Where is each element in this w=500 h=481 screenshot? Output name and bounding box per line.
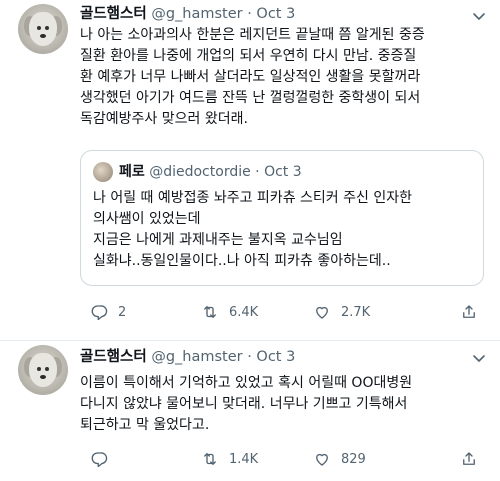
tweet-date[interactable]: Oct 3 [256,349,295,365]
tweet[interactable]: 골드햄스터 @g_hamster · Oct 3 이름이 특이해서 기억하고 있… [0,342,500,481]
separator: · [247,349,252,365]
heart-icon [316,306,328,319]
quote-avatar [93,162,113,182]
tweet-text-line: 독감예방주사 맞으러 왔더래. [80,111,248,127]
like-button[interactable]: 829 [313,448,366,470]
tweet-header: 골드햄스터 @g_hamster · Oct 3 [80,347,295,367]
share-button[interactable] [460,301,478,323]
tweet-text-line: 질환 환아를 나중에 개업의 되서 우연히 다시 만남. 중증질 [80,48,417,64]
tweet-text-line: 나 아는 소아과의사 한분은 레지던트 끝날때 쯤 알게된 중증 [80,27,425,43]
retweet-button[interactable]: 6.4K [201,301,258,323]
share-icon [463,452,475,465]
tweet-text-line: 환 예후가 너무 나빠서 살더라도 일상적인 생활을 못할꺼라 [80,69,421,85]
reply-icon [91,305,108,321]
tweet-text-line: 생각했던 아기가 여드름 잔뜩 난 껄렁껄렁한 중학생이 되서 [80,90,421,106]
quote-text-line: 실화냐..동일인물이다..나 아직 피카츄 좋아하는데.. [93,253,391,269]
quote-header: 페로 @diedoctordie · Oct 3 [119,162,302,182]
separator: · [255,164,260,180]
chevron-down-icon[interactable] [472,9,486,23]
tweet-text: 나 아는 소아과의사 한분은 레지던트 끝날때 쯤 알게된 중증 질환 환아를 … [80,25,492,130]
reply-count: 2 [118,304,127,320]
retweet-icon [204,306,216,318]
retweet-icon [204,453,216,465]
reply-icon [91,452,108,468]
retweet-count: 1.4K [229,451,259,467]
quote-text-line: 지금은 나에게 과제내주는 불지옥 교수님임 [93,232,343,248]
tweet-actions: 1.4K 829 [80,448,492,470]
share-icon [463,305,475,318]
tweet-actions: 2 6.4K 2.7K [80,301,492,323]
like-count: 2.7K [341,304,371,320]
separator: · [247,6,252,22]
avatar[interactable] [18,345,68,395]
quote-text-line: 나 어릴 때 예방접종 놔주고 피카츄 스티커 주신 인자한 [93,190,412,206]
reply-button[interactable]: 2 [90,301,126,323]
quoted-tweet[interactable]: 페로 @diedoctordie · Oct 3 나 어릴 때 예방접종 놔주고… [80,150,484,286]
tweet-header: 골드햄스터 @g_hamster · Oct 3 [80,4,295,24]
tweet[interactable]: 골드햄스터 @g_hamster · Oct 3 나 아는 소아과의사 한분은 … [0,0,500,341]
like-count: 829 [341,451,366,467]
heart-icon [316,453,328,466]
retweet-button[interactable]: 1.4K [201,448,258,470]
tweet-date[interactable]: Oct 3 [256,6,295,22]
quote-text-line: 의사쌤이 있었는데 [93,211,201,227]
quote-date: Oct 3 [264,164,302,180]
tweet-divider [0,340,500,341]
quote-author-handle: @diedoctordie [149,164,251,180]
tweet-text-line: 퇴근하고 막 울었다고. [80,417,210,433]
author-name[interactable]: 골드햄스터 [80,349,147,365]
share-button[interactable] [460,448,478,470]
tweet-text-line: 다니지 않았냐 물어보니 맞더래. 너무나 기쁘고 기특해서 [80,396,408,412]
quote-text: 나 어릴 때 예방접종 놔주고 피카츄 스티커 주신 인자한 의사쌤이 있었는데… [93,188,478,272]
avatar[interactable] [18,4,68,54]
chevron-down-icon[interactable] [472,351,486,365]
author-handle[interactable]: @g_hamster [151,6,242,22]
tweet-text-line: 이름이 특이해서 기억하고 있었고 혹시 어릴때 OO대병원 [80,375,413,391]
reply-button[interactable] [90,448,118,470]
tweet-text: 이름이 특이해서 기억하고 있었고 혹시 어릴때 OO대병원 다니지 않았냐 물… [80,373,492,436]
retweet-count: 6.4K [229,304,259,320]
like-button[interactable]: 2.7K [313,301,370,323]
author-name[interactable]: 골드햄스터 [80,6,147,22]
author-handle[interactable]: @g_hamster [151,349,242,365]
quote-author-name: 페로 [119,164,145,180]
